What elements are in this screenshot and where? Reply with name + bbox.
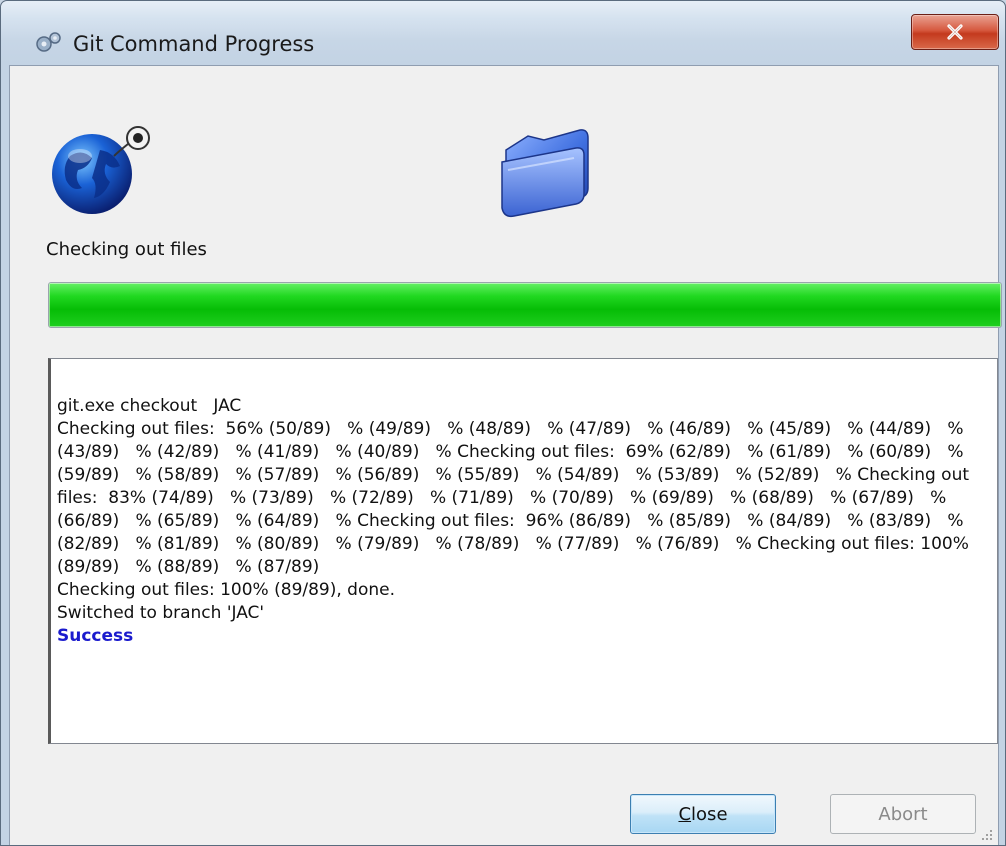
title-bar[interactable]: Git Command Progress [1, 1, 1005, 65]
close-button-mnemonic: C [678, 803, 692, 825]
log-line: Switched to branch 'JAC' [57, 603, 265, 623]
log-line: Checking out files: 56% (50/89) % (49/89… [57, 419, 975, 577]
folder-icon [501, 129, 589, 218]
abort-button-label: Abort [878, 803, 928, 825]
window-title: Git Command Progress [73, 32, 315, 56]
log-line: Checking out files: 100% (89/89), done. [57, 580, 396, 600]
output-log[interactable]: git.exe checkout JAC Checking out files:… [48, 358, 998, 744]
gears-icon [36, 32, 61, 52]
progress-bar-fill [49, 283, 1001, 327]
git-progress-window: Git Command Progress Checking out files … [0, 0, 1006, 846]
status-text: Checking out files [46, 239, 207, 260]
close-button-label-rest: lose [691, 803, 728, 825]
log-line: git.exe checkout JAC [57, 396, 242, 416]
progress-bar [48, 282, 1002, 328]
success-message: Success [57, 626, 134, 646]
resize-grip-icon[interactable] [980, 828, 994, 842]
close-x-icon [947, 24, 963, 40]
abort-button[interactable]: Abort [830, 794, 976, 834]
dialog-client-area: Checking out files git.exe checkout JAC … [9, 65, 1002, 845]
window-close-button[interactable] [911, 14, 999, 50]
globe-icon [52, 126, 150, 214]
close-button[interactable]: Close [630, 794, 776, 834]
